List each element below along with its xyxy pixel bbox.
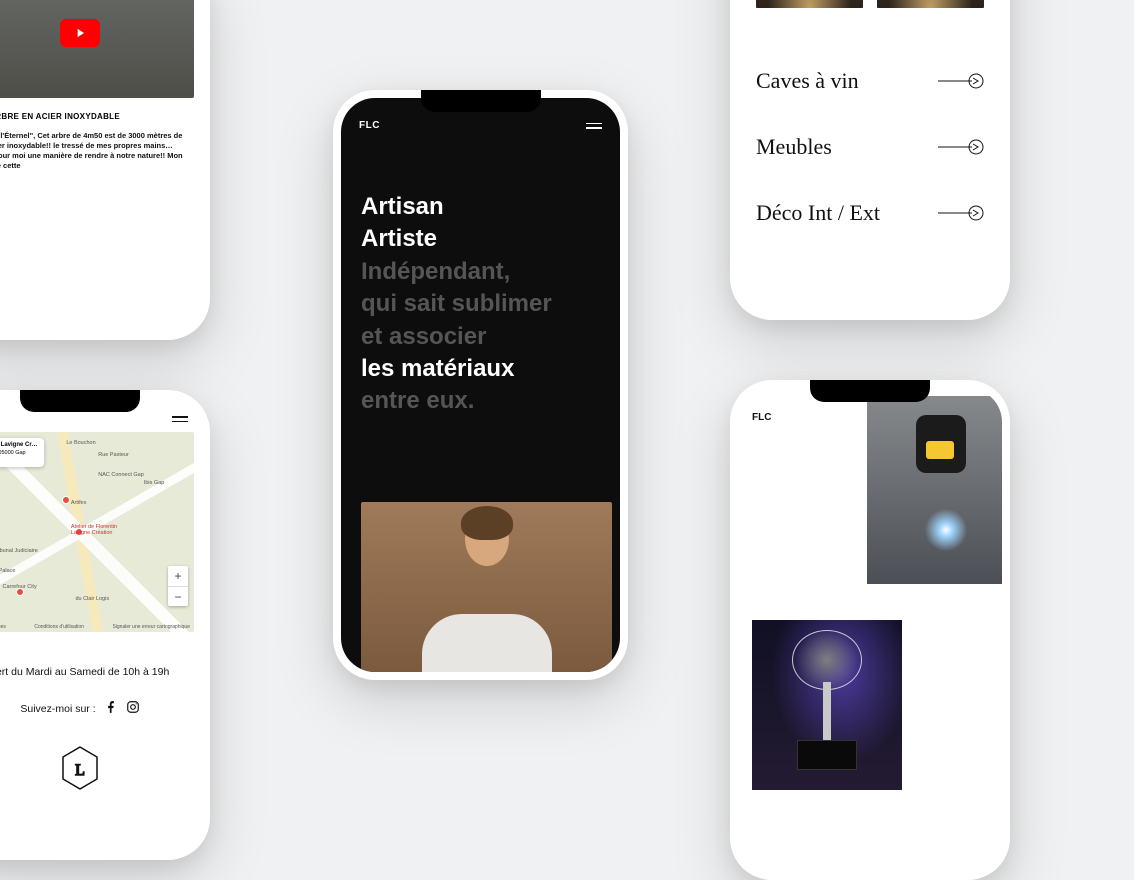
location-map[interactable]: lorentin Lavigne Cr… errasse, 05000 Gap … xyxy=(0,432,194,632)
map-poi-label: Carrefour City xyxy=(2,584,36,590)
category-label: Caves à vin xyxy=(756,68,859,94)
map-poi-label: Atelier de Florentin Lavigne Création xyxy=(71,524,131,536)
map-attrib-short: cartographiques xyxy=(0,624,6,630)
map-terms-link[interactable]: Conditions d'utilisation xyxy=(34,624,84,630)
phone-notch xyxy=(810,380,930,402)
category-link-deco[interactable]: Déco Int / Ext xyxy=(756,180,984,246)
mockup-phone-categories: Caves à vin Meubles Déco Int / Ext xyxy=(730,0,1010,320)
category-label: Meubles xyxy=(756,134,832,160)
map-poi-label: du Clair Logis xyxy=(75,596,109,602)
category-link-meubles[interactable]: Meubles xyxy=(756,114,984,180)
map-report-link[interactable]: Signaler une erreur cartographique xyxy=(112,624,190,630)
menu-icon[interactable] xyxy=(586,123,602,129)
category-image[interactable] xyxy=(877,0,984,8)
hero-line: et associer xyxy=(361,321,600,353)
map-card-address: errasse, 05000 Gap xyxy=(0,450,26,456)
category-image[interactable] xyxy=(756,0,863,8)
hero-line: qui sait sublimer xyxy=(361,288,600,320)
mockup-phone-gallery: FLC xyxy=(730,380,1010,880)
zoom-out-button[interactable]: − xyxy=(168,586,188,606)
category-images xyxy=(756,0,984,8)
video-thumbnail[interactable] xyxy=(0,0,194,98)
brand-logo[interactable]: FLC xyxy=(752,412,771,423)
brand-logo[interactable]: FLC xyxy=(359,120,380,131)
map-poi-label: Le Bouchon xyxy=(66,440,95,446)
category-label: Déco Int / Ext xyxy=(756,200,880,226)
hero-line: les matériaux xyxy=(361,353,600,385)
svg-text:L: L xyxy=(75,762,85,779)
hero-portrait xyxy=(361,502,612,672)
hero-line: Artisan xyxy=(361,191,600,223)
play-icon xyxy=(73,26,87,40)
map-poi-label: Ibis Gap xyxy=(144,480,164,486)
hero-line: Indépendant, xyxy=(361,256,600,288)
map-attribution: cartographiques Conditions d'utilisation… xyxy=(0,624,190,630)
menu-icon[interactable] xyxy=(172,416,188,422)
mockup-phone-map: lorentin Lavigne Cr… errasse, 05000 Gap … xyxy=(0,390,210,860)
phone-notch xyxy=(20,390,140,412)
facebook-icon[interactable] xyxy=(104,700,118,717)
article-title: "EL" ARBRE EN ACIER INOXYDABLE xyxy=(0,112,192,121)
map-poi-label: NAC Connect Gap xyxy=(98,472,144,478)
zoom-in-button[interactable]: + xyxy=(168,566,188,586)
category-link-caves[interactable]: Caves à vin xyxy=(756,48,984,114)
map-poi-label: Rue Pasteur xyxy=(98,452,129,458)
phone-notch xyxy=(421,90,541,112)
hero-line: Artiste xyxy=(361,223,600,255)
arrow-right-icon xyxy=(938,137,984,157)
map-card-title: lorentin Lavigne Cr… xyxy=(0,442,38,448)
arrow-right-icon xyxy=(938,71,984,91)
gallery-image-tree[interactable] xyxy=(752,620,902,790)
article-body: résente "l'Éternel", Cet arbre de 4m50 e… xyxy=(0,131,192,172)
social-follow: Suivez-moi sur : xyxy=(0,700,202,717)
play-button[interactable] xyxy=(60,19,100,47)
map-zoom-controls: + − xyxy=(168,566,188,606)
map-poi-label: Tribunal Judiciaire xyxy=(0,548,38,554)
instagram-icon[interactable] xyxy=(126,700,140,717)
map-poi-label: Artifex xyxy=(71,500,87,506)
hero-headline: Artisan Artiste Indépendant, qui sait su… xyxy=(341,131,620,418)
arrow-right-icon xyxy=(938,203,984,223)
follow-label: Suivez-moi sur : xyxy=(20,703,95,715)
map-poi-label: Cinéma Le Palace xyxy=(0,568,16,574)
hero-line: entre eux. xyxy=(361,385,600,417)
brand-hex-logo[interactable]: L xyxy=(60,745,100,791)
map-info-card[interactable]: lorentin Lavigne Cr… errasse, 05000 Gap … xyxy=(0,438,44,467)
map-pin[interactable] xyxy=(62,496,70,504)
mockup-phone-video: "EL" ARBRE EN ACIER INOXYDABLE résente "… xyxy=(0,0,210,340)
gallery-image-welding[interactable] xyxy=(867,396,1002,584)
mockup-phone-hero: FLC Artisan Artiste Indépendant, qui sai… xyxy=(333,90,628,680)
opening-hours: vert du Mardi au Samedi de 10h à 19h xyxy=(0,666,202,678)
